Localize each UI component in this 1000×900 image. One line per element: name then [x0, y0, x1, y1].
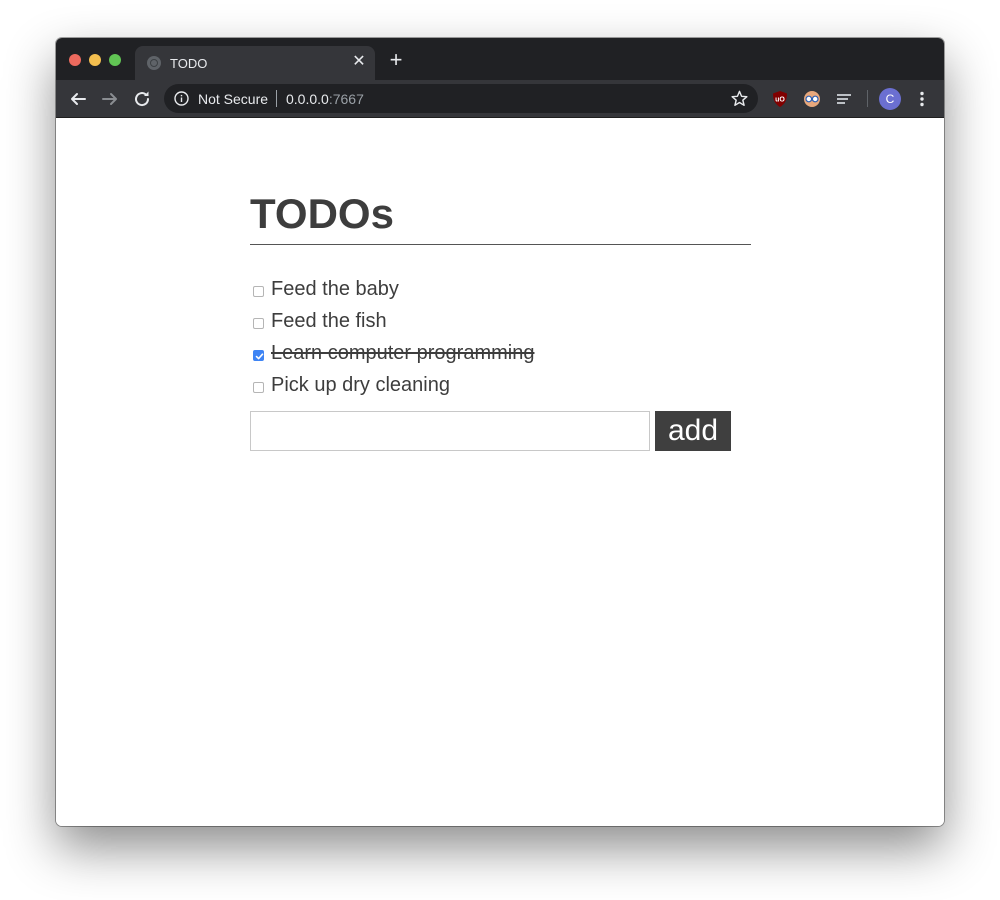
- globe-icon: [147, 56, 161, 70]
- todo-checkbox[interactable]: [253, 350, 264, 361]
- tab-todo[interactable]: TODO ✕: [135, 46, 375, 80]
- back-button[interactable]: [66, 87, 90, 111]
- window-maximize-button[interactable]: [109, 54, 121, 66]
- todo-checkbox[interactable]: [253, 382, 264, 393]
- arrow-right-icon: [102, 93, 117, 105]
- address-divider: [276, 90, 277, 107]
- todo-label[interactable]: Pick up dry cleaning: [271, 373, 450, 397]
- forward-button[interactable]: [98, 87, 122, 111]
- url-text[interactable]: 0.0.0.0:7667: [286, 91, 364, 107]
- todo-label[interactable]: Feed the baby: [271, 277, 399, 301]
- url-port: :7667: [328, 91, 364, 107]
- glasses-extension-icon[interactable]: [802, 89, 822, 109]
- tab-title: TODO: [170, 56, 208, 71]
- add-button[interactable]: add: [655, 411, 731, 451]
- page-title: TODOs: [250, 190, 394, 237]
- profile-avatar[interactable]: C: [879, 88, 901, 110]
- new-todo-input[interactable]: [250, 411, 650, 451]
- toolbar-divider: [867, 90, 868, 107]
- browser-toolbar: Not Secure 0.0.0.0:7667 uO C: [56, 80, 944, 118]
- address-bar[interactable]: Not Secure 0.0.0.0:7667: [164, 84, 758, 113]
- info-icon[interactable]: [174, 91, 189, 106]
- close-icon[interactable]: ✕: [350, 53, 368, 71]
- ublock-origin-icon[interactable]: uO: [770, 89, 790, 109]
- reader-lines-icon[interactable]: [834, 89, 854, 109]
- svg-text:uO: uO: [775, 97, 785, 104]
- security-status[interactable]: Not Secure: [198, 91, 268, 107]
- page-content: TODOs Feed the baby Feed the fish Learn co…: [56, 118, 944, 826]
- todo-checkbox[interactable]: [253, 286, 264, 297]
- todo-label[interactable]: Learn computer programming: [271, 341, 534, 365]
- reload-icon: [135, 91, 150, 107]
- window-close-button[interactable]: [69, 54, 81, 66]
- window-minimize-button[interactable]: [89, 54, 101, 66]
- kebab-menu-icon[interactable]: [912, 89, 932, 109]
- arrow-left-icon: [71, 93, 86, 105]
- url-host: 0.0.0.0: [286, 91, 329, 107]
- title-underline: [250, 244, 751, 245]
- tab-strip: TODO ✕ +: [56, 38, 944, 80]
- todo-label[interactable]: Feed the fish: [271, 309, 387, 333]
- star-icon[interactable]: [730, 89, 749, 108]
- reload-button[interactable]: [130, 87, 154, 111]
- new-tab-button[interactable]: +: [386, 49, 406, 71]
- todo-checkbox[interactable]: [253, 318, 264, 329]
- browser-window: TODO ✕ + Not Secure 0.0.0.0:7667 uO C TO…: [56, 38, 944, 826]
